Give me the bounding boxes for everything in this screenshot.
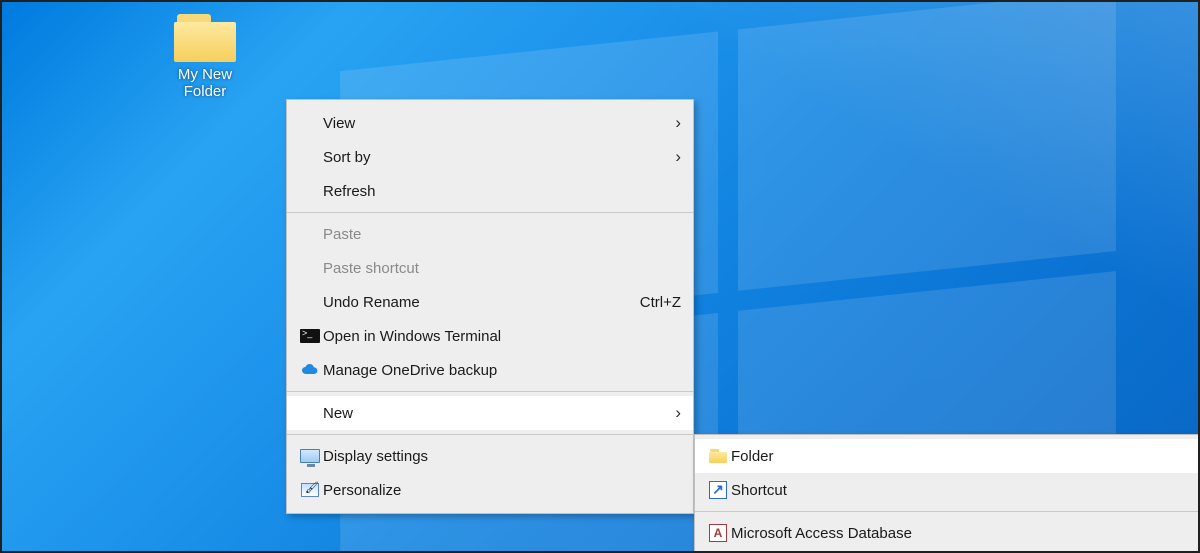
menu-item-view[interactable]: View ›: [287, 106, 693, 140]
menu-item-refresh[interactable]: Refresh: [287, 174, 693, 208]
submenu-item-access-db[interactable]: A Microsoft Access Database: [695, 516, 1198, 550]
monitor-icon: [300, 449, 320, 463]
menu-item-label: View: [323, 115, 667, 132]
desktop-context-menu: View › Sort by › Refresh Paste Paste sho…: [286, 99, 694, 514]
terminal-icon: [300, 329, 320, 343]
menu-item-label: Paste shortcut: [323, 260, 681, 277]
chevron-right-icon: ›: [667, 147, 681, 167]
chevron-right-icon: ›: [667, 403, 681, 423]
menu-item-label: Manage OneDrive backup: [323, 362, 681, 379]
access-icon: A: [709, 524, 727, 542]
new-submenu: Folder ↗ Shortcut A Microsoft Access Dat…: [694, 434, 1198, 551]
menu-item-label: Open in Windows Terminal: [323, 328, 681, 345]
menu-item-label: Refresh: [323, 183, 681, 200]
submenu-item-label: Shortcut: [731, 482, 1189, 499]
folder-icon: [709, 449, 727, 463]
desktop-folder-label: My New Folder: [157, 66, 253, 100]
menu-item-label: Undo Rename: [323, 294, 616, 311]
menu-item-new[interactable]: New ›: [287, 396, 693, 430]
menu-separator: [695, 511, 1198, 512]
menu-separator: [287, 212, 693, 213]
menu-item-label: Personalize: [323, 482, 681, 499]
desktop-folder-item[interactable]: My New Folder: [157, 14, 253, 100]
desktop-wallpaper[interactable]: My New Folder View › Sort by › Refresh P…: [2, 2, 1198, 551]
menu-separator: [287, 391, 693, 392]
menu-item-paste-shortcut: Paste shortcut: [287, 251, 693, 285]
menu-item-label: Sort by: [323, 149, 667, 166]
menu-item-shortcut: Ctrl+Z: [640, 294, 681, 311]
menu-item-label: New: [323, 405, 667, 422]
submenu-item-label: Folder: [731, 448, 1189, 465]
menu-item-sort-by[interactable]: Sort by ›: [287, 140, 693, 174]
menu-item-display-settings[interactable]: Display settings: [287, 439, 693, 473]
folder-icon: [174, 14, 236, 62]
shortcut-icon: ↗: [709, 481, 727, 499]
chevron-right-icon: ›: [667, 113, 681, 133]
menu-item-open-terminal[interactable]: Open in Windows Terminal: [287, 319, 693, 353]
menu-item-manage-onedrive[interactable]: Manage OneDrive backup: [287, 353, 693, 387]
onedrive-icon: [297, 360, 323, 380]
menu-item-label: Paste: [323, 226, 681, 243]
menu-item-paste: Paste: [287, 217, 693, 251]
submenu-item-shortcut[interactable]: ↗ Shortcut: [695, 473, 1198, 507]
personalize-icon: [301, 483, 319, 497]
submenu-item-label: Microsoft Access Database: [731, 525, 1189, 542]
menu-separator: [287, 434, 693, 435]
menu-item-undo-rename[interactable]: Undo Rename Ctrl+Z: [287, 285, 693, 319]
menu-item-personalize[interactable]: Personalize: [287, 473, 693, 507]
menu-item-label: Display settings: [323, 448, 681, 465]
submenu-item-folder[interactable]: Folder: [695, 439, 1198, 473]
